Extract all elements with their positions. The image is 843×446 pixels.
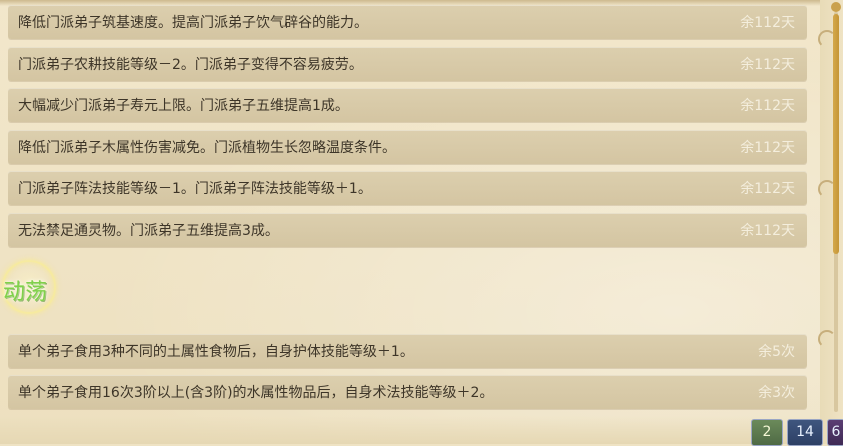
effect-description: 门派弟子农耕技能等级－2。门派弟子变得不容易疲劳。 bbox=[18, 57, 363, 73]
effect-description: 门派弟子阵法技能等级－1。门派弟子阵法技能等级＋1。 bbox=[18, 181, 372, 197]
effect-row: 门派弟子阵法技能等级－1。门派弟子阵法技能等级＋1。 余112天 bbox=[8, 171, 807, 205]
badge-count[interactable]: 6 bbox=[827, 419, 843, 446]
effect-row: 门派弟子农耕技能等级－2。门派弟子变得不容易疲劳。 余112天 bbox=[8, 47, 807, 81]
effect-description: 降低门派弟子木属性伤害减免。门派植物生长忽略温度条件。 bbox=[18, 140, 396, 156]
effect-description: 无法禁足通灵物。门派弟子五维提高3成。 bbox=[18, 223, 279, 239]
effect-remaining-time: 余112天 bbox=[740, 15, 795, 31]
turmoil-row: 单个弟子食用16次3阶以上(含3阶)的水属性物品后，自身术法技能等级＋2。 余3… bbox=[8, 375, 807, 409]
scrollbar-cap-icon bbox=[831, 2, 841, 12]
effect-row: 大幅减少门派弟子寿元上限。门派弟子五维提高1成。 余112天 bbox=[8, 88, 807, 122]
effect-remaining-time: 余112天 bbox=[740, 57, 795, 73]
effect-remaining-time: 余112天 bbox=[740, 140, 795, 156]
effect-remaining-time: 余112天 bbox=[740, 223, 795, 239]
turmoil-condition: 单个弟子食用16次3阶以上(含3阶)的水属性物品后，自身术法技能等级＋2。 bbox=[18, 385, 494, 401]
effect-remaining-time: 余112天 bbox=[740, 98, 795, 114]
turmoil-section-header: 动荡 bbox=[0, 258, 90, 314]
effect-row: 降低门派弟子木属性伤害减免。门派植物生长忽略温度条件。 余112天 bbox=[8, 130, 807, 164]
panel-right-border bbox=[820, 0, 843, 444]
turmoil-remaining-count: 余5次 bbox=[758, 344, 795, 360]
badge-count[interactable]: 2 bbox=[751, 419, 783, 446]
effect-description: 大幅减少门派弟子寿元上限。门派弟子五维提高1成。 bbox=[18, 98, 349, 114]
effect-row: 无法禁足通灵物。门派弟子五维提高3成。 余112天 bbox=[8, 213, 807, 247]
panel-bottom-edge bbox=[0, 416, 820, 444]
turmoil-row: 单个弟子食用3种不同的土属性食物后，自身护体技能等级＋1。 余5次 bbox=[8, 334, 807, 368]
turmoil-condition: 单个弟子食用3种不同的土属性食物后，自身护体技能等级＋1。 bbox=[18, 344, 414, 360]
effects-panel: 降低门派弟子筑基速度。提高门派弟子饮气辟谷的能力。 余112天 门派弟子农耕技能… bbox=[0, 0, 843, 446]
effect-remaining-time: 余112天 bbox=[740, 181, 795, 197]
scrollbar-thumb[interactable] bbox=[833, 14, 839, 254]
effect-row: 降低门派弟子筑基速度。提高门派弟子饮气辟谷的能力。 余112天 bbox=[8, 5, 807, 39]
turmoil-remaining-count: 余3次 bbox=[758, 385, 795, 401]
section-title: 动荡 bbox=[3, 280, 48, 305]
badge-count[interactable]: 14 bbox=[787, 419, 823, 446]
effect-description: 降低门派弟子筑基速度。提高门派弟子饮气辟谷的能力。 bbox=[18, 15, 368, 31]
